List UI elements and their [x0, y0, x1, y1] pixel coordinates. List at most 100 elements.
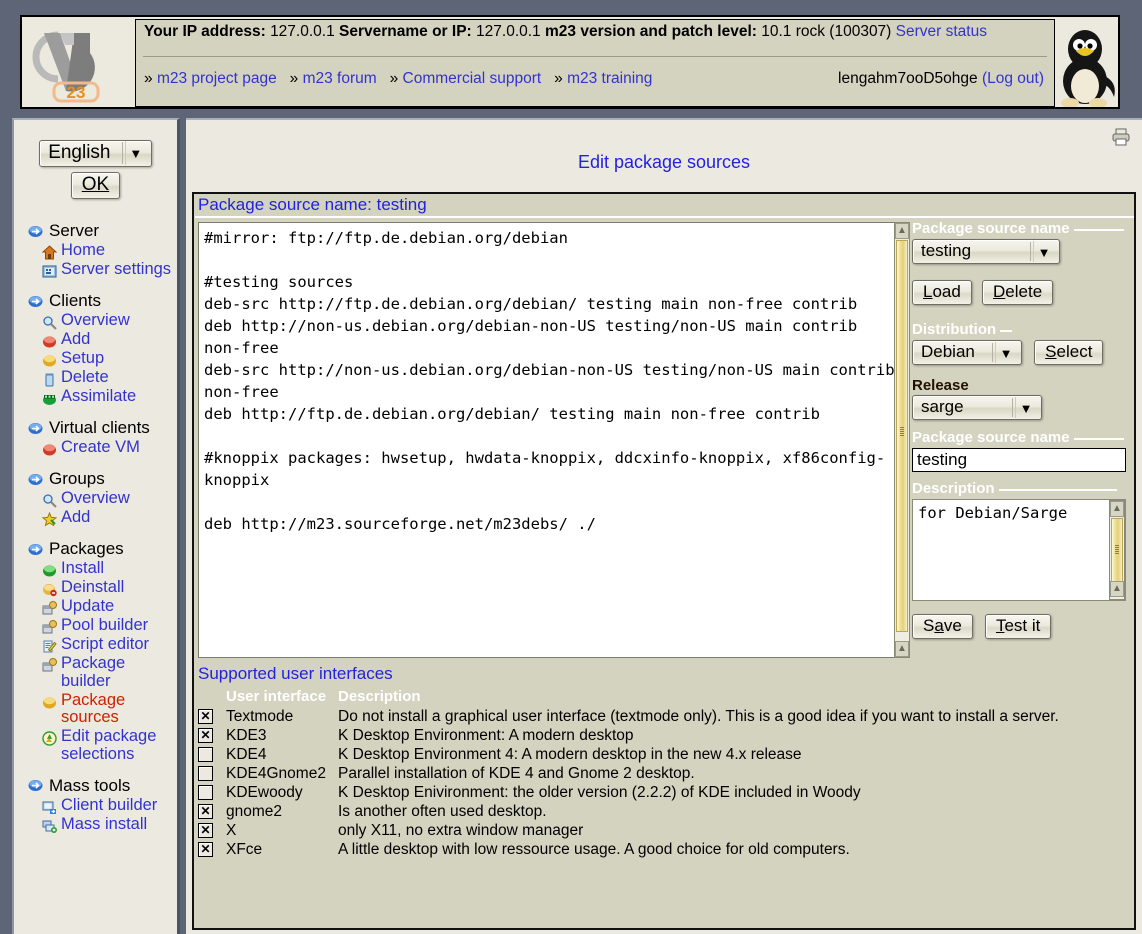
description-textarea[interactable]: for Debian/Sarge ▲ ▲	[912, 499, 1126, 601]
checkbox-cell	[198, 783, 226, 802]
scroll-down-arrow-icon[interactable]: ▲	[895, 641, 909, 657]
nav-link-project-page[interactable]: m23 project page	[157, 70, 277, 87]
sidebar-item-pool-builder[interactable]: Pool builder	[42, 617, 177, 635]
language-ok-button[interactable]: OK	[71, 172, 120, 199]
settings-icon	[42, 264, 57, 279]
save-button-accel: a	[934, 616, 943, 635]
column-description: Description	[338, 688, 1131, 707]
ui-checkbox-kdewoody[interactable]	[198, 785, 213, 800]
ui-description-cell: Is another often used desktop.	[338, 802, 1131, 821]
scrollbar-thumb[interactable]	[1111, 518, 1123, 582]
package-source-select[interactable]: testing ▼	[912, 239, 1060, 264]
sidebar-group-virtual-clients: Virtual clientsCreate VM	[28, 418, 177, 457]
ui-description-cell: A little desktop with low ressource usag…	[338, 840, 1131, 859]
ui-checkbox-xfce[interactable]	[198, 842, 213, 857]
ip-address-value: 127.0.0.1	[270, 23, 335, 40]
release-select[interactable]: sarge ▼	[912, 395, 1042, 420]
sidebar-item-setup[interactable]: Setup	[42, 350, 177, 368]
sidebar-item-assimilate[interactable]: Assimilate	[42, 388, 177, 406]
ui-name-cell: X	[226, 821, 338, 840]
sidebar-item-update[interactable]: Update	[42, 598, 177, 616]
user-interfaces-table: User interface Description TextmodeDo no…	[198, 688, 1131, 859]
red-sphere-icon	[42, 442, 57, 457]
sidebar-group-label: Mass tools	[49, 776, 130, 796]
distribution-select[interactable]: Debian ▼	[912, 340, 1022, 365]
sidebar-item-package-sources[interactable]: Package sources	[42, 692, 177, 728]
language-select[interactable]: English ▼	[39, 140, 152, 167]
header-divider	[143, 56, 1047, 57]
server-status-link[interactable]: Server status	[896, 23, 987, 40]
sidebar-item-install[interactable]: Install	[42, 560, 177, 578]
client-builder-icon	[42, 800, 57, 815]
scroll-up-arrow-icon[interactable]: ▲	[895, 223, 909, 239]
sidebar-item-edit-package-selections[interactable]: Edit package selections	[42, 728, 177, 764]
package-source-name-bar-label: Package source name: testing	[198, 195, 433, 215]
username-label: lengahm7ooD5ohge	[838, 70, 978, 87]
ui-checkbox-kde4gnome2[interactable]	[198, 766, 213, 781]
package-source-select-value: testing	[921, 241, 971, 260]
scroll-down-arrow-icon[interactable]: ▲	[1110, 581, 1124, 597]
sidebar-item-label: Mass install	[61, 816, 147, 834]
sidebar-item-label: Script editor	[61, 636, 149, 654]
servername-label: Servername or IP:	[339, 23, 472, 40]
sidebar-item-label: Assimilate	[61, 388, 136, 406]
sidebar-item-delete[interactable]: Delete	[42, 369, 177, 387]
nav-link-training[interactable]: m23 training	[567, 70, 652, 87]
scrollbar-thumb[interactable]	[896, 240, 908, 632]
select-button-label: elect	[1057, 342, 1093, 361]
chevron-icon: »	[290, 70, 299, 87]
delete-button[interactable]: Delete	[982, 280, 1053, 305]
sidebar-item-home[interactable]: Home	[42, 242, 177, 260]
description-scrollbar[interactable]: ▲ ▲	[1109, 500, 1125, 600]
sidebar-group-label: Virtual clients	[49, 418, 150, 438]
load-button[interactable]: Load	[912, 280, 972, 305]
ui-name-cell: Textmode	[226, 707, 338, 726]
ip-address-label: Your IP address:	[144, 23, 266, 40]
ui-checkbox-x[interactable]	[198, 823, 213, 838]
nav-link-forum[interactable]: m23 forum	[303, 70, 377, 87]
scroll-up-arrow-icon[interactable]: ▲	[1110, 501, 1124, 517]
sidebar-item-package-builder[interactable]: Package builder	[42, 655, 177, 691]
arrow-circle-icon	[28, 224, 43, 239]
star-icon	[42, 512, 57, 527]
sidebar-item-label: Install	[61, 560, 104, 578]
select-distribution-button[interactable]: Select	[1034, 340, 1103, 365]
select-button-accel: S	[1045, 342, 1056, 361]
printer-icon[interactable]	[1112, 128, 1130, 146]
chevron-icon: »	[144, 70, 153, 87]
sidebar-item-deinstall[interactable]: Deinstall	[42, 579, 177, 597]
arrow-circle-icon	[28, 472, 43, 487]
sidebar-item-add[interactable]: Add	[42, 509, 177, 527]
sidebar-item-overview[interactable]: Overview	[42, 312, 177, 330]
sources-scrollbar[interactable]: ▲ ▲	[894, 222, 910, 658]
ui-checkbox-gnome2[interactable]	[198, 804, 213, 819]
sidebar-group-header: Clients	[28, 291, 177, 311]
ui-checkbox-kde4[interactable]	[198, 747, 213, 762]
ui-checkbox-kde3[interactable]	[198, 728, 213, 743]
package-source-name-input[interactable]	[912, 448, 1126, 472]
sidebar-item-add[interactable]: Add	[42, 331, 177, 349]
sidebar-item-label: Pool builder	[61, 617, 148, 635]
save-button[interactable]: Save	[912, 614, 973, 639]
description-legend-row: Description	[912, 480, 1117, 498]
sidebar-item-create-vm[interactable]: Create VM	[42, 439, 177, 457]
supported-user-interfaces-title: Supported user interfaces	[198, 664, 393, 684]
nav-link-commercial-support[interactable]: Commercial support	[403, 70, 542, 87]
sidebar-item-mass-install[interactable]: Mass install	[42, 816, 177, 834]
ui-checkbox-textmode[interactable]	[198, 709, 213, 724]
table-row: KDE3K Desktop Environment: A modern desk…	[198, 726, 1131, 745]
sidebar-group-packages: PackagesInstallDeinstallUpdatePool build…	[28, 539, 177, 764]
package-sources-textarea[interactable]: #mirror: ftp://ftp.de.debian.org/debian …	[198, 222, 904, 658]
sidebar-item-script-editor[interactable]: Script editor	[42, 636, 177, 654]
load-button-label: oad	[932, 282, 960, 301]
supported-user-interfaces-section: Supported user interfaces User interface…	[195, 664, 1135, 929]
sidebar-item-client-builder[interactable]: Client builder	[42, 797, 177, 815]
logout-link[interactable]: (Log out)	[982, 70, 1044, 87]
header-nav: » m23 project page » m23 forum » Commerc…	[144, 70, 652, 88]
test-it-button[interactable]: Test it	[985, 614, 1051, 639]
sidebar-item-overview[interactable]: Overview	[42, 490, 177, 508]
user-session: lengahm7ooD5ohge (Log out)	[838, 70, 1044, 88]
table-row: XFceA little desktop with low ressource …	[198, 840, 1131, 859]
source-select-legend: Package source name	[912, 220, 1074, 237]
sidebar-item-server-settings[interactable]: Server settings	[42, 261, 177, 279]
